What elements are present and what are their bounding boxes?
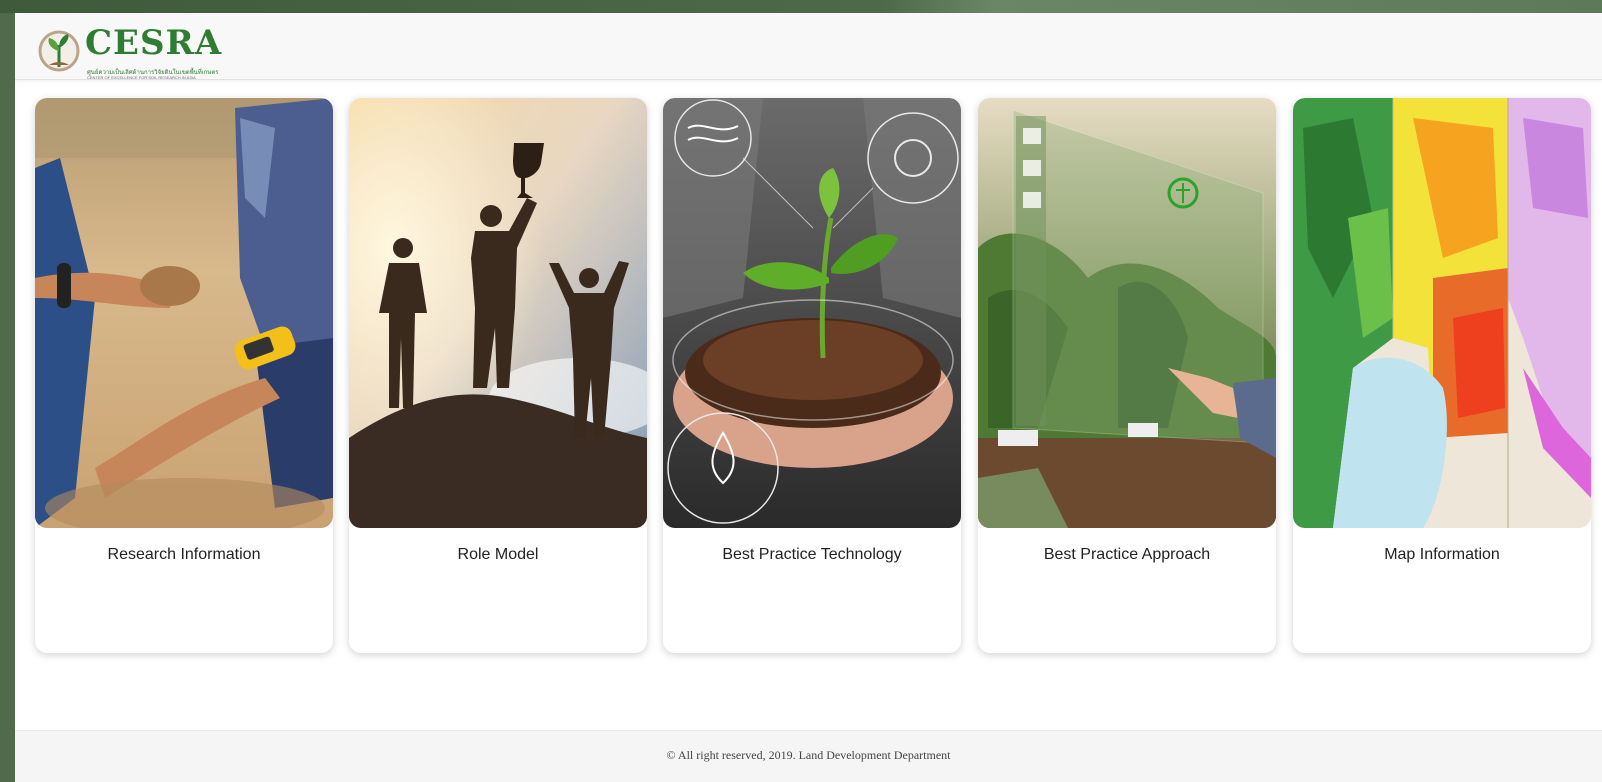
card-title[interactable]: Role Model [349, 546, 647, 564]
card-title[interactable]: Best Practice Technology [663, 546, 961, 564]
soil-research-photo[interactable] [35, 98, 333, 528]
smart-farm-photo[interactable] [978, 98, 1276, 528]
card-title[interactable]: Best Practice Approach [978, 546, 1276, 564]
footer-copyright: © All right reserved, 2019. Land Develop… [666, 748, 951, 762]
brand-subtitle-en: CENTER OF EXCELLENCE FOR SOIL RESEARCH I… [87, 75, 196, 80]
card-best-practice-technology[interactable]: Best Practice Technology [663, 98, 961, 653]
plant-logo-icon [38, 30, 80, 72]
card-map-information[interactable]: Map Information [1293, 98, 1591, 653]
page: CESRA ศูนย์ความเป็นเลิศด้านการวิจัยดินใน… [15, 13, 1602, 782]
navbar: CESRA ศูนย์ความเป็นเลิศด้านการวิจัยดินใน… [15, 13, 1602, 80]
card-role-model[interactable]: Role Model [349, 98, 647, 653]
brand-logo[interactable]: CESRA ศูนย์ความเป็นเลิศด้านการวิจัยดินใน… [37, 23, 221, 80]
card-research-information[interactable]: Research Information [35, 98, 333, 653]
brand-name: CESRA [85, 23, 223, 63]
card-best-practice-approach[interactable]: Best Practice Approach [978, 98, 1276, 653]
silhouette-trophy-photo[interactable] [349, 98, 647, 528]
card-title[interactable]: Research Information [35, 546, 333, 564]
footer: © All right reserved, 2019. Land Develop… [15, 730, 1602, 782]
seedling-hands-photo[interactable] [663, 98, 961, 528]
land-use-map[interactable] [1293, 98, 1591, 528]
window-top-edge [0, 0, 1602, 13]
card-title[interactable]: Map Information [1293, 546, 1591, 564]
